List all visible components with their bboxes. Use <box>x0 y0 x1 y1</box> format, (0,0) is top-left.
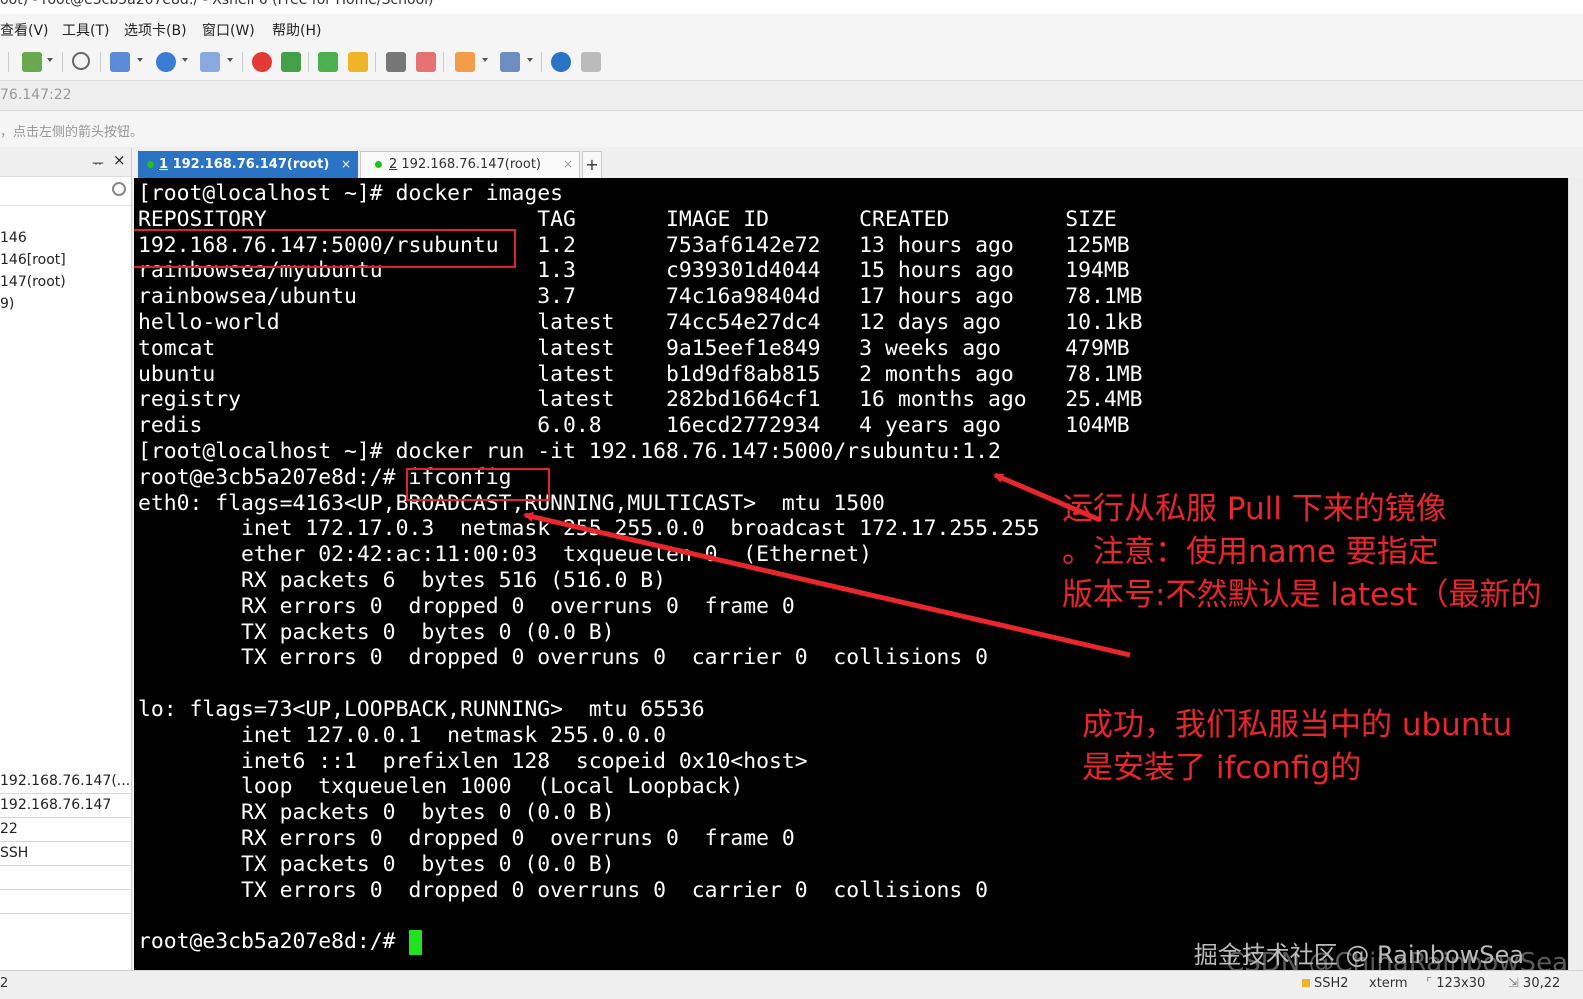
chevron-down-icon[interactable] <box>137 58 143 62</box>
property-protocol: SSH <box>0 842 131 866</box>
tab-label: 192.168.76.147(root) <box>168 157 330 172</box>
keyboard-icon[interactable] <box>386 52 406 72</box>
new-session-icon[interactable] <box>22 52 42 72</box>
session-item[interactable]: 147(root) <box>0 274 66 290</box>
pin-icon[interactable]: ᅲ <box>92 153 104 172</box>
toolbar-separator <box>242 52 243 72</box>
highlight-icon[interactable] <box>416 52 436 72</box>
menu-help[interactable]: 帮助(H) <box>272 20 321 40</box>
add-tab-button[interactable]: + <box>582 151 602 178</box>
status-bar: 2 SSH2 xterm ⌜ 123x30 ⇲ 30,22 <box>0 970 1583 999</box>
annotation-run-note: 运行从私服 Pull 下来的镜像 。注意：使用name 要指定 版本号:不然默认… <box>1062 488 1541 617</box>
status-cursor-text: 30,22 <box>1523 976 1561 991</box>
toolbar-separator <box>308 52 309 72</box>
close-icon[interactable]: × <box>341 152 351 177</box>
font-icon[interactable] <box>200 52 220 72</box>
tab-label: 192.168.76.147(root) <box>397 157 541 172</box>
property-name: 192.168.76.147(... <box>0 770 131 794</box>
toolbar-separator <box>375 52 376 72</box>
compose-icon[interactable] <box>455 52 475 72</box>
tab-session-1[interactable]: 1 192.168.76.147(root) × <box>138 151 358 178</box>
terminal[interactable]: [root@localhost ~]# docker images REPOSI… <box>134 178 1568 970</box>
toolbar <box>0 44 1583 81</box>
fullscreen-icon[interactable] <box>318 52 338 72</box>
hint-bar: ，点击左侧的箭头按钮。 <box>0 111 1583 147</box>
layout-icon[interactable] <box>110 52 130 72</box>
status-size: ⌜ 123x30 <box>1426 976 1485 991</box>
address-bar[interactable]: 76.147:22 <box>0 81 1583 111</box>
toolbar-separator <box>8 52 9 72</box>
toolbar-separator <box>541 52 542 72</box>
annotation-line: 版本号:不然默认是 latest（最新的 <box>1062 577 1542 613</box>
toolbar-separator <box>62 52 63 72</box>
terminal-output: [root@localhost ~]# docker images REPOSI… <box>138 181 1143 955</box>
menu-window[interactable]: 窗口(W) <box>202 20 255 40</box>
chevron-down-icon[interactable] <box>182 58 188 62</box>
window-title: oot) - root@e3cb5a207e8d:/ - Xshell 6 (F… <box>0 0 434 8</box>
xagent-icon[interactable] <box>281 52 301 72</box>
help-icon[interactable] <box>551 52 571 72</box>
property-row <box>0 890 131 914</box>
annotation-success-note: 成功，我们私服当中的 ubuntu 是安装了 ifconfig的 <box>1082 704 1512 790</box>
tile-icon[interactable] <box>500 52 520 72</box>
highlight-box-ifconfig <box>406 468 550 501</box>
property-port: 22 <box>0 818 131 842</box>
toolbar-separator <box>443 52 444 72</box>
property-row <box>0 866 131 890</box>
terminal-scrollbar[interactable] <box>1568 178 1583 970</box>
menu-view[interactable]: 查看(V) <box>0 20 49 40</box>
status-left: 2 <box>0 976 9 991</box>
chevron-down-icon[interactable] <box>227 58 233 62</box>
property-host: 192.168.76.147 <box>0 794 131 818</box>
annotation-line: 是安装了 ifconfig的 <box>1082 750 1362 786</box>
sidebar-header: ᅲ × <box>0 148 131 177</box>
session-item[interactable]: 146 <box>0 230 27 246</box>
lock-icon <box>1302 979 1310 987</box>
session-item[interactable]: 9) <box>0 296 14 312</box>
globe-icon[interactable] <box>156 52 176 72</box>
tab-session-2[interactable]: 2 192.168.76.147(root) × <box>360 151 580 178</box>
status-size-text: 123x30 <box>1436 976 1486 991</box>
status-cursor: ⇲ 30,22 <box>1508 976 1560 991</box>
resize-icon: ⌜ <box>1426 976 1433 991</box>
annotation-line: 成功，我们私服当中的 ubuntu <box>1082 707 1513 743</box>
terminal-cursor <box>409 930 422 955</box>
lock-icon[interactable] <box>348 52 368 72</box>
sidebar-search[interactable] <box>0 177 131 206</box>
session-item[interactable]: 146[root] <box>0 252 66 268</box>
close-icon[interactable]: × <box>113 151 126 169</box>
toolbar-separator <box>100 52 101 72</box>
session-tab-strip: 1 192.168.76.147(root) × 2 192.168.76.14… <box>134 148 1583 178</box>
status-terminal-type: xterm <box>1369 976 1408 991</box>
menu-tools[interactable]: 工具(T) <box>62 20 109 40</box>
connected-status-icon <box>147 161 154 168</box>
address-value: 76.147:22 <box>0 87 72 103</box>
search-icon[interactable] <box>72 52 90 70</box>
watermark: CSDN @ChinaRainbowSea <box>1226 948 1568 970</box>
chevron-down-icon[interactable] <box>47 58 53 62</box>
connected-status-icon <box>375 161 382 168</box>
xftp-icon[interactable] <box>252 52 272 72</box>
annotation-line: 。注意：使用name 要指定 <box>1062 534 1439 570</box>
status-protocol-text: SSH2 <box>1314 976 1349 991</box>
chat-icon[interactable] <box>581 52 601 72</box>
status-protocol: SSH2 <box>1302 976 1349 991</box>
chevron-down-icon[interactable] <box>482 58 488 62</box>
window-title-bar: oot) - root@e3cb5a207e8d:/ - Xshell 6 (F… <box>0 0 1583 14</box>
session-sidebar: ᅲ × 146 146[root] 147(root) 9) 192.168.7… <box>0 148 132 970</box>
cursor-pos-icon: ⇲ <box>1508 976 1519 991</box>
menu-tabs[interactable]: 选项卡(B) <box>124 20 187 40</box>
search-icon[interactable] <box>112 182 126 196</box>
close-icon[interactable]: × <box>563 152 573 177</box>
chevron-down-icon[interactable] <box>527 58 533 62</box>
menu-bar: 查看(V) 工具(T) 选项卡(B) 窗口(W) 帮助(H) <box>0 14 1583 44</box>
hint-text: ，点击左侧的箭头按钮。 <box>0 125 144 140</box>
annotation-line: 运行从私服 Pull 下来的镜像 <box>1062 491 1447 527</box>
highlight-box-image <box>134 229 516 268</box>
tab-number: 1 <box>159 157 169 172</box>
